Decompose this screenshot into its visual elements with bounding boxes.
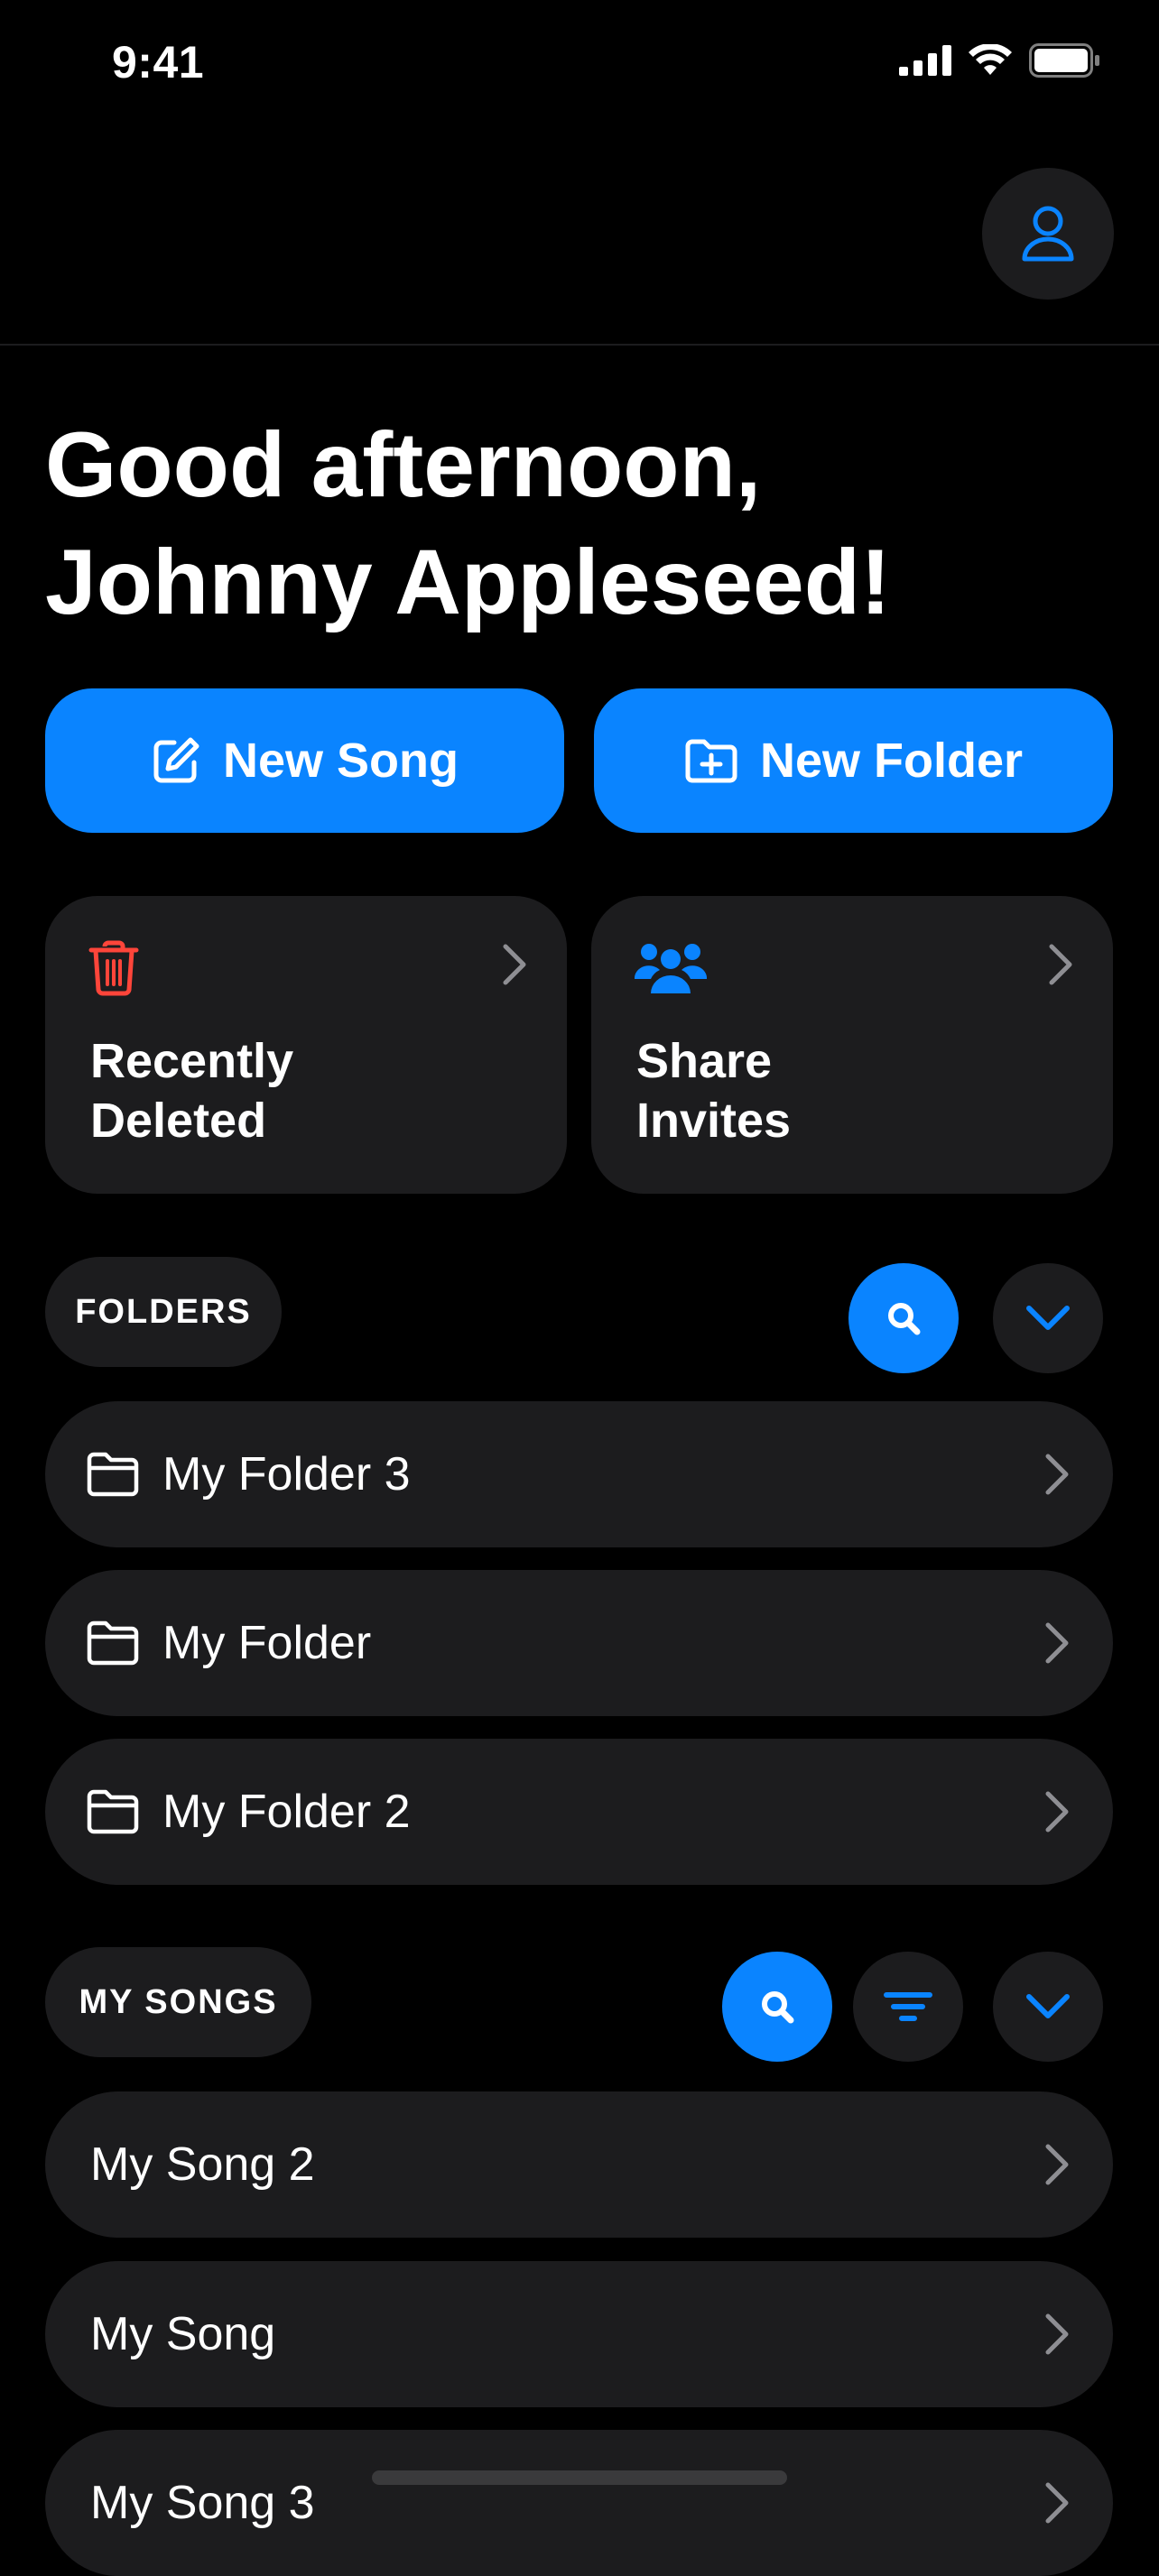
song-row[interactable]: My Song — [45, 2261, 1113, 2407]
songs-collapse-button[interactable] — [993, 1952, 1103, 2062]
chevron-down-icon — [1026, 1306, 1070, 1330]
search-icon — [762, 1991, 794, 2024]
filter-icon — [884, 1992, 932, 2021]
trash-icon — [88, 940, 139, 996]
person-icon — [1022, 206, 1074, 262]
header-divider — [0, 344, 1159, 346]
recently-deleted-card[interactable]: Recently Deleted — [45, 896, 567, 1194]
folder-row[interactable]: My Folder 3 — [45, 1401, 1113, 1547]
chevron-right-icon — [1044, 2481, 1070, 2525]
folder-name: My Folder 3 — [162, 1448, 411, 1500]
song-row[interactable]: My Song 2 — [45, 2091, 1113, 2238]
battery-icon — [1029, 43, 1099, 78]
song-name: My Song 2 — [90, 2138, 315, 2191]
chevron-right-icon — [1044, 1790, 1070, 1833]
chevron-right-icon — [1044, 2143, 1070, 2186]
chevron-right-icon — [1044, 1621, 1070, 1665]
folder-icon — [87, 1789, 139, 1834]
folder-row[interactable]: My Folder 2 — [45, 1739, 1113, 1885]
status-time: 9:41 — [112, 37, 205, 88]
folder-name: My Folder — [162, 1617, 372, 1669]
recently-deleted-label: Recently Deleted — [90, 1031, 469, 1150]
folder-icon — [87, 1452, 139, 1497]
status-icons — [899, 43, 1101, 78]
share-invites-label: Share Invites — [636, 1031, 1015, 1150]
home-indicator[interactable] — [372, 2470, 787, 2485]
folder-icon — [87, 1620, 139, 1666]
recently-deleted-line-2: Deleted — [90, 1094, 267, 1148]
songs-section-header: MY SONGS — [45, 1947, 311, 2057]
compose-icon — [153, 737, 199, 783]
song-row[interactable]: My Song 3 — [45, 2430, 1113, 2576]
chevron-right-icon — [1044, 1453, 1070, 1496]
chevron-down-icon — [1026, 1994, 1070, 2018]
chevron-right-icon — [1049, 944, 1072, 985]
folders-collapse-button[interactable] — [993, 1263, 1103, 1373]
new-song-button[interactable]: New Song — [45, 688, 564, 833]
greeting-line-1: Good afternoon, — [45, 413, 762, 516]
new-song-label: New Song — [222, 734, 459, 788]
folders-section-header: FOLDERS — [45, 1257, 282, 1367]
song-name: My Song — [90, 2308, 276, 2360]
songs-filter-button[interactable] — [853, 1952, 963, 2062]
chevron-right-icon — [1044, 2313, 1070, 2356]
folder-row[interactable]: My Folder — [45, 1570, 1113, 1716]
share-invites-card[interactable]: Share Invites — [591, 896, 1113, 1194]
greeting-line-2: Johnny Appleseed! — [45, 531, 892, 633]
new-folder-label: New Folder — [759, 734, 1024, 788]
greeting-heading: Good afternoon, Johnny Appleseed! — [45, 406, 1128, 641]
share-invites-line-2: Invites — [636, 1094, 792, 1148]
wifi-icon — [969, 44, 1012, 75]
share-invites-line-1: Share — [636, 1034, 773, 1088]
chevron-right-icon — [503, 944, 526, 985]
people-icon — [635, 944, 707, 993]
cellular-signal-icon — [899, 45, 951, 76]
profile-button[interactable] — [982, 168, 1114, 300]
recently-deleted-line-1: Recently — [90, 1034, 294, 1088]
folder-name: My Folder 2 — [162, 1786, 411, 1838]
folder-plus-icon — [685, 739, 737, 783]
search-icon — [888, 1303, 921, 1335]
folders-search-button[interactable] — [848, 1263, 959, 1373]
songs-search-button[interactable] — [722, 1952, 832, 2062]
new-folder-button[interactable]: New Folder — [594, 688, 1113, 833]
